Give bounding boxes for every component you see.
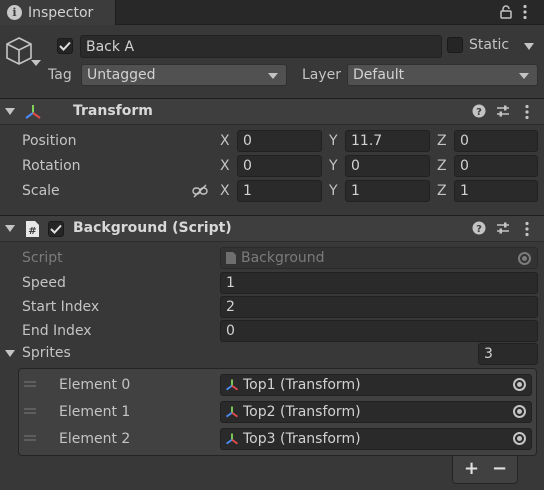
- presets-sliders-icon[interactable]: [496, 221, 510, 235]
- start-index-label: Start Index: [22, 299, 100, 315]
- layer-value: Default: [353, 67, 405, 83]
- static-checkbox[interactable]: [447, 37, 463, 53]
- position-z-field[interactable]: 0: [454, 130, 538, 152]
- layer-label: Layer: [302, 67, 342, 83]
- svg-text:#: #: [28, 226, 36, 237]
- csharp-script-icon: #: [25, 220, 40, 238]
- element-0-label: Element 0: [59, 377, 131, 393]
- position-z-axis-label[interactable]: Z: [437, 133, 447, 149]
- transform-axes-icon: [226, 406, 238, 418]
- speed-label: Speed: [22, 275, 66, 291]
- layer-dropdown[interactable]: Default: [347, 64, 538, 86]
- gameobject-active-checkbox[interactable]: [57, 38, 73, 54]
- scale-x-axis-label[interactable]: X: [220, 183, 230, 199]
- transform-axes-icon: [24, 103, 42, 121]
- static-dropdown-icon[interactable]: [524, 43, 534, 50]
- help-icon[interactable]: ?: [472, 104, 486, 118]
- kebab-menu-icon[interactable]: [525, 104, 529, 120]
- element-2-field[interactable]: Top3 (Transform): [220, 428, 532, 450]
- tag-value: Untagged: [87, 67, 156, 83]
- help-icon[interactable]: ?: [472, 221, 486, 235]
- gameobject-name-field[interactable]: Back A: [80, 35, 442, 58]
- object-picker-icon: [518, 252, 531, 265]
- constrain-proportions-link-icon[interactable]: [192, 184, 208, 198]
- svg-text:?: ?: [476, 224, 482, 235]
- rotation-y-axis-label[interactable]: Y: [329, 158, 338, 174]
- script-reference-field: Background: [220, 247, 538, 269]
- rotation-y-field[interactable]: 0: [345, 155, 430, 177]
- element-1-field[interactable]: Top2 (Transform): [220, 401, 532, 423]
- tab-bar: i Inspector: [0, 0, 544, 25]
- tag-label: Tag: [48, 67, 72, 83]
- static-label: Static: [469, 37, 510, 53]
- tab-inspector[interactable]: i Inspector: [0, 0, 116, 25]
- object-picker-icon[interactable]: [513, 378, 526, 391]
- chevron-down-icon: [519, 73, 529, 79]
- position-y-field[interactable]: 11.7: [345, 130, 430, 152]
- sprites-label[interactable]: Sprites: [22, 345, 71, 361]
- script-file-icon: [226, 252, 236, 264]
- start-index-field[interactable]: 2: [220, 296, 538, 318]
- foldout-arrow-icon[interactable]: [5, 225, 15, 232]
- scale-y-axis-label[interactable]: Y: [329, 183, 338, 199]
- rotation-x-field[interactable]: 0: [237, 155, 322, 177]
- script-label: Script: [22, 250, 63, 266]
- scale-label: Scale: [22, 183, 60, 199]
- element-2-value: Top3 (Transform): [243, 431, 361, 447]
- svg-text:?: ?: [476, 107, 482, 118]
- position-x-axis-label[interactable]: X: [220, 133, 230, 149]
- rotation-z-axis-label[interactable]: Z: [437, 158, 447, 174]
- position-y-axis-label[interactable]: Y: [329, 133, 338, 149]
- tab-inspector-label: Inspector: [28, 4, 94, 21]
- end-index-field[interactable]: 0: [220, 320, 538, 342]
- object-picker-icon[interactable]: [513, 405, 526, 418]
- element-0-value: Top1 (Transform): [243, 377, 361, 393]
- drag-handle-icon[interactable]: [24, 435, 36, 441]
- transform-header[interactable]: Transform ?: [0, 98, 544, 125]
- transform-title: Transform: [73, 103, 153, 119]
- object-picker-icon[interactable]: [513, 432, 526, 445]
- lock-icon[interactable]: [500, 5, 512, 19]
- drag-handle-icon[interactable]: [24, 408, 36, 414]
- element-2-label: Element 2: [59, 431, 131, 447]
- position-x-field[interactable]: 0: [237, 130, 322, 152]
- scale-y-field[interactable]: 1: [345, 180, 430, 202]
- presets-sliders-icon[interactable]: [496, 104, 510, 118]
- speed-field[interactable]: 1: [220, 272, 538, 294]
- transform-axes-icon: [226, 379, 238, 391]
- drag-handle-icon[interactable]: [24, 381, 36, 387]
- scale-z-field[interactable]: 1: [454, 180, 538, 202]
- position-label: Position: [22, 133, 77, 149]
- list-add-remove-bar: + −: [452, 456, 518, 484]
- script-reference-value: Background: [241, 250, 325, 266]
- end-index-label: End Index: [22, 323, 92, 339]
- foldout-arrow-icon[interactable]: [5, 108, 15, 115]
- rotation-label: Rotation: [22, 158, 81, 174]
- element-1-value: Top2 (Transform): [243, 404, 361, 420]
- sprites-size-field[interactable]: 3: [478, 343, 538, 365]
- kebab-menu-icon[interactable]: [525, 221, 529, 237]
- script-title: Background (Script): [73, 220, 232, 236]
- rotation-x-axis-label[interactable]: X: [220, 158, 230, 174]
- sprites-list: Element 0 Top1 (Transform) Element 1 Top…: [18, 368, 537, 456]
- element-0-field[interactable]: Top1 (Transform): [220, 374, 532, 396]
- scale-z-axis-label[interactable]: Z: [437, 183, 447, 199]
- script-enabled-checkbox[interactable]: [48, 221, 64, 237]
- info-icon: i: [7, 5, 22, 20]
- kebab-menu-icon[interactable]: [523, 4, 527, 20]
- scale-x-field[interactable]: 1: [237, 180, 322, 202]
- remove-element-button[interactable]: −: [492, 460, 507, 478]
- transform-axes-icon: [226, 433, 238, 445]
- background-script-header[interactable]: # Background (Script) ?: [0, 215, 544, 242]
- sprites-foldout-arrow-icon[interactable]: [5, 350, 15, 357]
- element-1-label: Element 1: [59, 404, 131, 420]
- rotation-z-field[interactable]: 0: [454, 155, 538, 177]
- tag-dropdown[interactable]: Untagged: [81, 64, 287, 86]
- add-element-button[interactable]: +: [464, 460, 479, 478]
- gameobject-cube-icon[interactable]: [6, 36, 46, 72]
- chevron-down-icon: [268, 73, 278, 79]
